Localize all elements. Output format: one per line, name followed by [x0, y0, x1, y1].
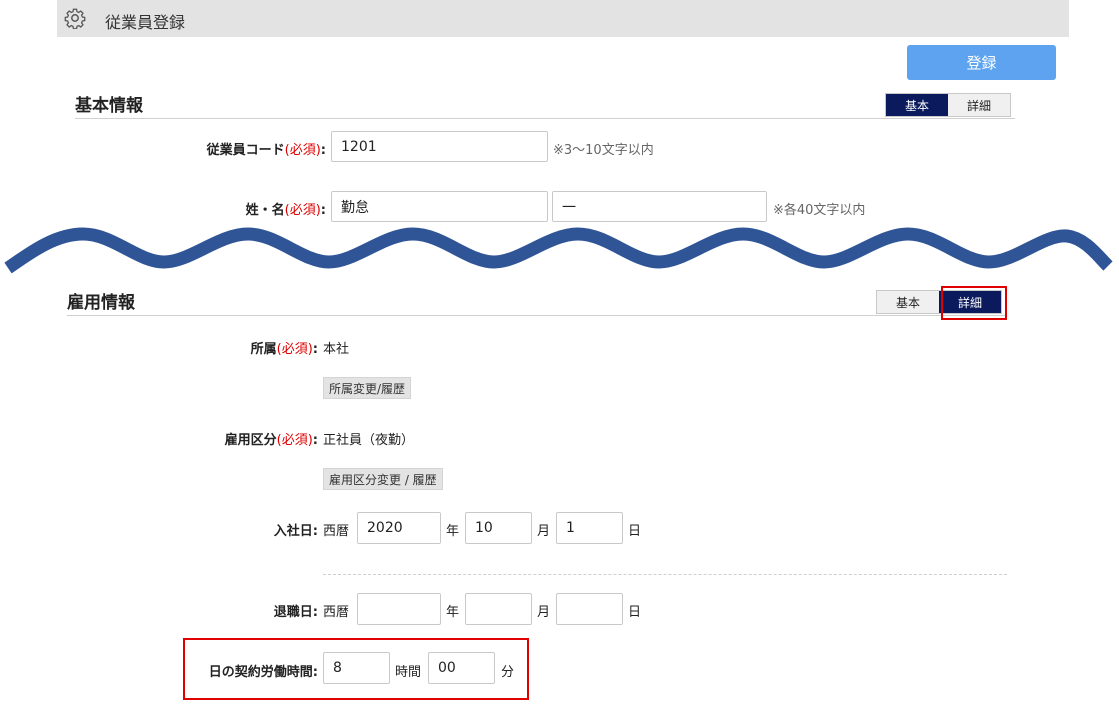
register-button[interactable]: 登録 — [907, 45, 1056, 80]
tab-detail[interactable]: 詳細 — [948, 94, 1010, 116]
employment-type-history-button[interactable]: 雇用区分変更 / 履歴 — [323, 468, 443, 490]
basic-section-divider — [75, 118, 1015, 119]
retire-date-era: 西暦 — [323, 605, 350, 620]
retire-day-input[interactable] — [556, 593, 623, 625]
affiliation-value: 本社 — [323, 342, 350, 357]
first-name-input[interactable]: 一 — [552, 191, 767, 222]
contract-hours-input[interactable]: 8 — [323, 652, 390, 684]
hire-day-unit: 日 — [628, 524, 642, 539]
wave-separator — [4, 227, 1113, 274]
retire-month-input[interactable] — [465, 593, 532, 625]
title-bar: 従業員登録 — [57, 0, 1069, 37]
retire-date-label: 退職日: — [273, 605, 318, 620]
hire-month-unit: 月 — [537, 524, 551, 539]
required-mark: (必須) — [284, 143, 321, 158]
hire-day-input[interactable]: 1 — [556, 512, 623, 544]
hire-year-unit: 年 — [446, 524, 460, 539]
contract-hours-label: 日の契約労働時間: — [208, 665, 318, 680]
required-mark: (必須) — [276, 342, 313, 357]
employee-code-input[interactable]: 1201 — [331, 131, 548, 162]
last-name-input[interactable]: 勤怠 — [331, 191, 548, 222]
hire-year-input[interactable]: 2020 — [357, 512, 441, 544]
dotted-divider — [323, 574, 1007, 575]
hire-month-input[interactable]: 10 — [465, 512, 532, 544]
highlight-detail-tab — [941, 286, 1007, 320]
employment-section-title: 雇用情報 — [67, 293, 135, 313]
employment-type-value: 正社員（夜勤） — [323, 433, 415, 448]
contract-minutes-input[interactable]: 00 — [428, 652, 495, 684]
hire-date-label: 入社日: — [273, 524, 318, 539]
required-mark: (必須) — [284, 203, 321, 218]
name-note: ※各40文字以内 — [773, 203, 866, 218]
basic-section-title: 基本情報 — [75, 96, 143, 116]
affiliation-label: 所属(必須): — [250, 342, 318, 357]
name-label: 姓・名(必須): — [245, 203, 326, 218]
retire-year-input[interactable] — [357, 593, 441, 625]
tab-basic[interactable]: 基本 — [877, 291, 939, 313]
tab-basic[interactable]: 基本 — [886, 94, 948, 116]
retire-day-unit: 日 — [628, 605, 642, 620]
retire-year-unit: 年 — [446, 605, 460, 620]
affiliation-history-button[interactable]: 所属変更/履歴 — [323, 377, 412, 399]
basic-section-toggle: 基本 詳細 — [885, 93, 1011, 117]
hire-date-era: 西暦 — [323, 524, 350, 539]
gear-icon — [64, 8, 86, 29]
retire-month-unit: 月 — [537, 605, 551, 620]
employee-code-note: ※3～10文字以内 — [553, 143, 654, 158]
required-mark: (必須) — [276, 433, 313, 448]
employment-type-label: 雇用区分(必須): — [224, 433, 318, 448]
hours-unit: 時間 — [395, 665, 422, 680]
page-title: 従業員登録 — [105, 13, 186, 32]
employee-code-label: 従業員コード(必須): — [206, 143, 326, 158]
minutes-unit: 分 — [501, 665, 515, 680]
employment-section-divider — [67, 315, 1007, 316]
